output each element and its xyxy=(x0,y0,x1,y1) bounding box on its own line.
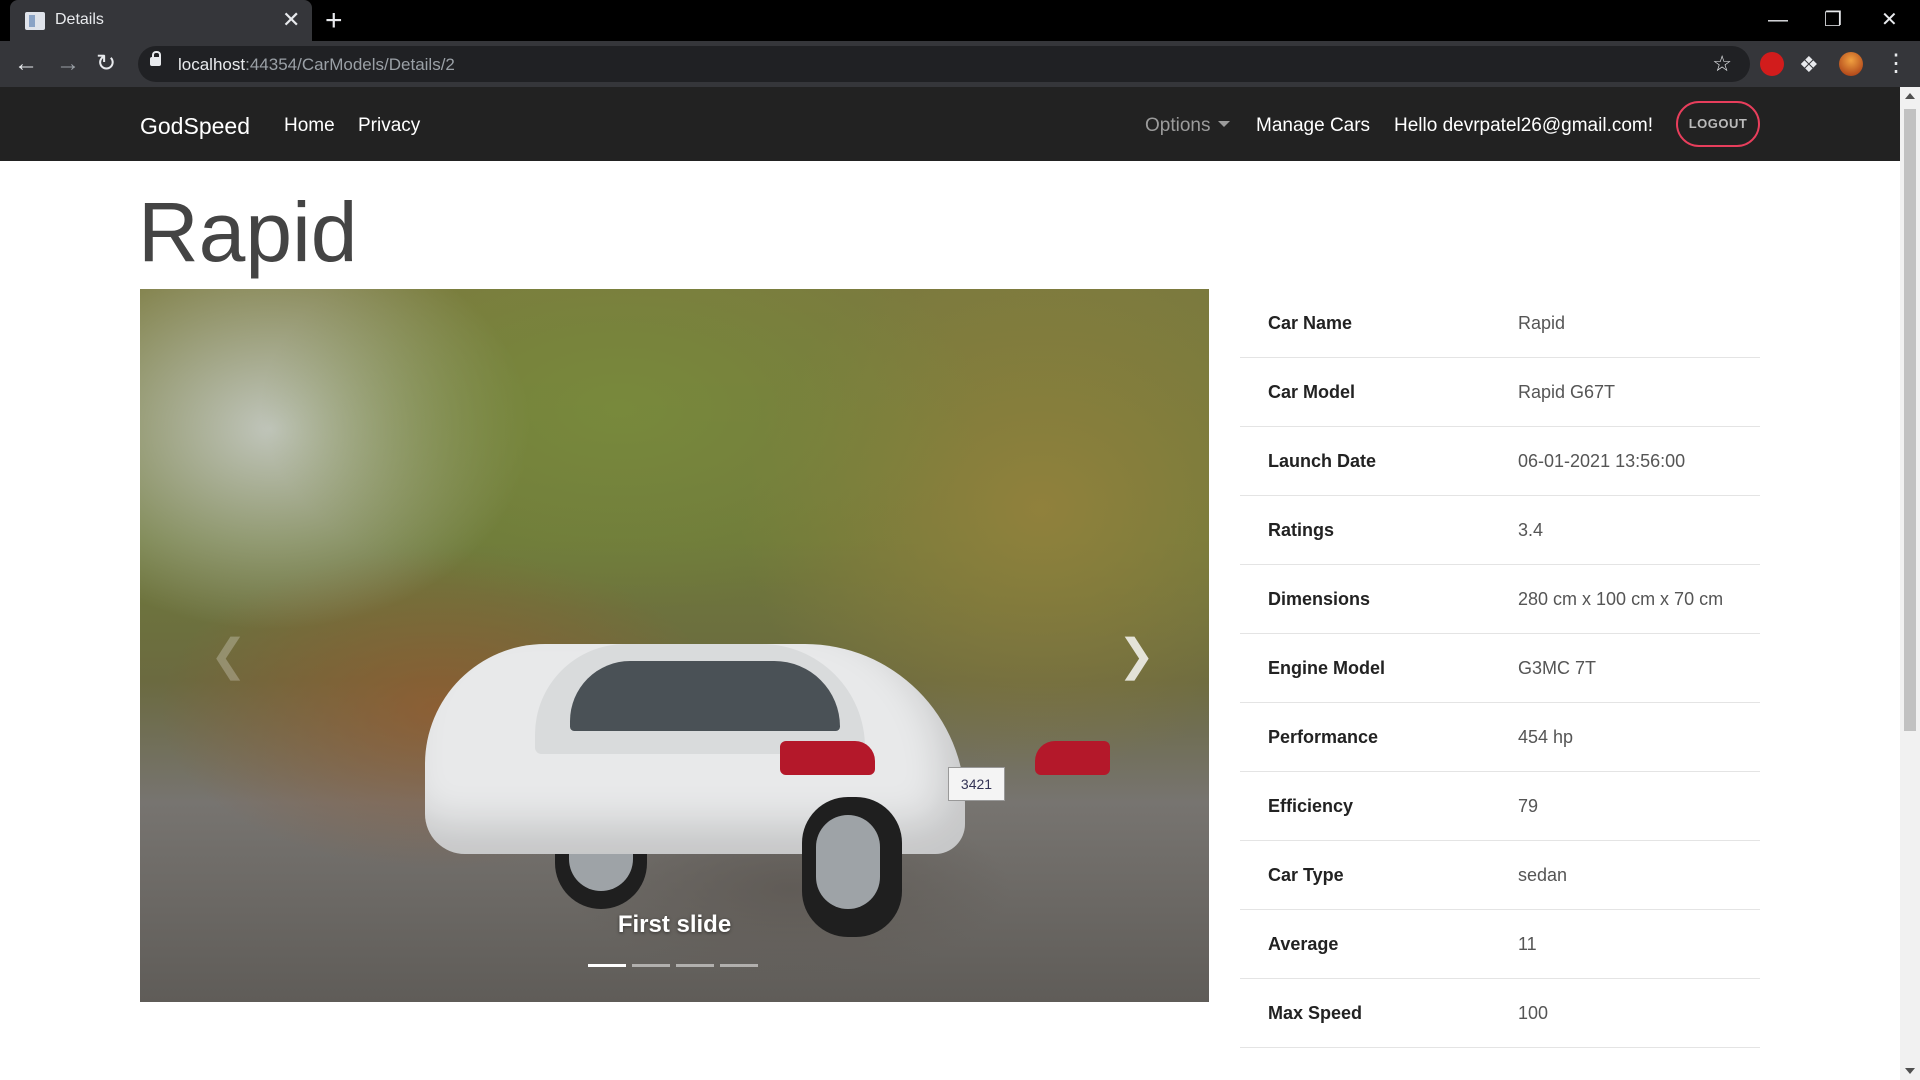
address-bar[interactable]: localhost:44354/CarModels/Details/2 ☆ xyxy=(138,46,1750,82)
site-navbar: GodSpeed Home Privacy Options Manage Car… xyxy=(0,87,1900,161)
details-row: Performance 454 hp xyxy=(1240,703,1760,772)
scrollbar-thumb[interactable] xyxy=(1904,109,1916,731)
detail-value: 11 xyxy=(1518,934,1537,954)
details-row: Car Model Rapid G67T xyxy=(1240,358,1760,427)
scroll-down-icon[interactable] xyxy=(1905,1068,1915,1074)
page-title: Rapid xyxy=(138,185,358,279)
extension-red-icon[interactable] xyxy=(1760,52,1784,76)
detail-label: Car Type xyxy=(1268,865,1344,885)
detail-label: Launch Date xyxy=(1268,451,1377,471)
nav-privacy-link[interactable]: Privacy xyxy=(358,115,420,137)
details-row: Car Type sedan xyxy=(1240,841,1760,910)
detail-value: 454 hp xyxy=(1518,727,1574,747)
address-toolbar: ← → ↻ localhost:44354/CarModels/Details/… xyxy=(0,41,1920,87)
car-window xyxy=(570,661,840,731)
tab-title: Details xyxy=(55,11,104,28)
detail-label: Car Name xyxy=(1268,313,1353,333)
detail-value: G3MC 7T xyxy=(1518,658,1597,678)
avatar[interactable] xyxy=(1839,52,1863,76)
detail-label: Engine Model xyxy=(1268,658,1385,678)
detail-value: Rapid xyxy=(1518,313,1566,333)
chevron-down-icon xyxy=(1218,120,1231,127)
carousel-next-icon[interactable]: ❯ xyxy=(1118,634,1155,678)
details-row: Ratings 3.4 xyxy=(1240,496,1760,565)
details-row: Engine Model G3MC 7T xyxy=(1240,634,1760,703)
details-row: Average 11 xyxy=(1240,910,1760,979)
browser-tab-strip: Details ✕ + — ❐ ✕ xyxy=(0,0,1920,41)
url-path: :44354/CarModels/Details/2 xyxy=(245,55,455,74)
details-row: Efficiency 79 xyxy=(1240,772,1760,841)
carousel-indicator-3[interactable] xyxy=(676,964,714,967)
minimize-icon[interactable]: — xyxy=(1768,6,1788,34)
details-row: Launch Date 06-01-2021 13:56:00 xyxy=(1240,427,1760,496)
arrow-left-icon[interactable]: ← xyxy=(14,49,38,79)
car-details-table: Car Name Rapid Car Model Rapid G67T Launch… xyxy=(1240,289,1760,1048)
carousel-indicators xyxy=(588,964,764,968)
carousel-prev-icon[interactable]: ❮ xyxy=(210,634,247,678)
url-text[interactable]: localhost:44354/CarModels/Details/2 xyxy=(178,55,455,75)
detail-value: 280 cm x 100 cm x 70 cm xyxy=(1518,589,1724,609)
carousel-indicator-4[interactable] xyxy=(720,964,758,967)
scroll-up-icon[interactable] xyxy=(1905,93,1915,99)
brand-link[interactable]: GodSpeed xyxy=(140,113,250,140)
lock-icon[interactable] xyxy=(150,51,161,66)
arrow-right-icon[interactable]: → xyxy=(56,49,80,79)
detail-label: Efficiency xyxy=(1268,796,1354,816)
detail-value: Rapid G67T xyxy=(1518,382,1616,402)
car-image-carousel[interactable]: 3421 ❮ ❯ First slide xyxy=(140,289,1209,1002)
car-taillight-left xyxy=(780,741,875,775)
carousel-slide-image: 3421 xyxy=(140,289,1209,1002)
detail-value: 79 xyxy=(1518,796,1539,816)
options-dropdown[interactable]: Options xyxy=(1145,115,1231,137)
restore-icon[interactable]: ❐ xyxy=(1824,6,1842,34)
detail-value: sedan xyxy=(1518,865,1568,885)
manage-cars-link[interactable]: Manage Cars xyxy=(1256,115,1370,137)
star-icon[interactable]: ☆ xyxy=(1712,51,1732,77)
window-close-icon[interactable]: ✕ xyxy=(1881,6,1898,34)
license-plate: 3421 xyxy=(948,767,1005,801)
page-scrollbar[interactable] xyxy=(1900,87,1920,1080)
detail-label: Car Model xyxy=(1268,382,1356,402)
detail-label: Dimensions xyxy=(1268,589,1371,609)
car-taillight-right xyxy=(1035,741,1110,775)
detail-label: Average xyxy=(1268,934,1339,954)
detail-value: 3.4 xyxy=(1518,520,1544,540)
details-row: Dimensions 280 cm x 100 cm x 70 cm xyxy=(1240,565,1760,634)
details-row: Max Speed 100 xyxy=(1240,979,1760,1048)
detail-label: Max Speed xyxy=(1268,1003,1363,1023)
detail-value: 100 xyxy=(1518,1003,1549,1023)
detail-value: 06-01-2021 13:56:00 xyxy=(1518,451,1686,471)
carousel-indicator-2[interactable] xyxy=(632,964,670,967)
details-row: Car Name Rapid xyxy=(1240,289,1760,358)
page-favicon-icon xyxy=(25,12,45,30)
nav-home-link[interactable]: Home xyxy=(284,115,335,137)
user-greeting-link[interactable]: Hello devrpatel26@gmail.com! xyxy=(1394,115,1653,137)
tab-close-icon[interactable]: ✕ xyxy=(282,6,300,34)
options-label: Options xyxy=(1145,115,1211,136)
browser-tab[interactable]: Details ✕ xyxy=(10,0,312,41)
detail-label: Performance xyxy=(1268,727,1379,747)
slide-caption: First slide xyxy=(617,911,732,938)
detail-label: Ratings xyxy=(1268,520,1335,540)
url-host: localhost xyxy=(178,55,246,74)
puzzle-icon[interactable]: ❖ xyxy=(1799,50,1819,80)
logout-button[interactable]: LOGOUT xyxy=(1676,101,1760,147)
reload-icon[interactable]: ↻ xyxy=(96,49,116,79)
carousel-indicator-1[interactable] xyxy=(588,964,626,967)
kebab-menu-icon[interactable]: ⋮ xyxy=(1884,49,1908,79)
new-tab-icon[interactable]: + xyxy=(325,4,343,38)
